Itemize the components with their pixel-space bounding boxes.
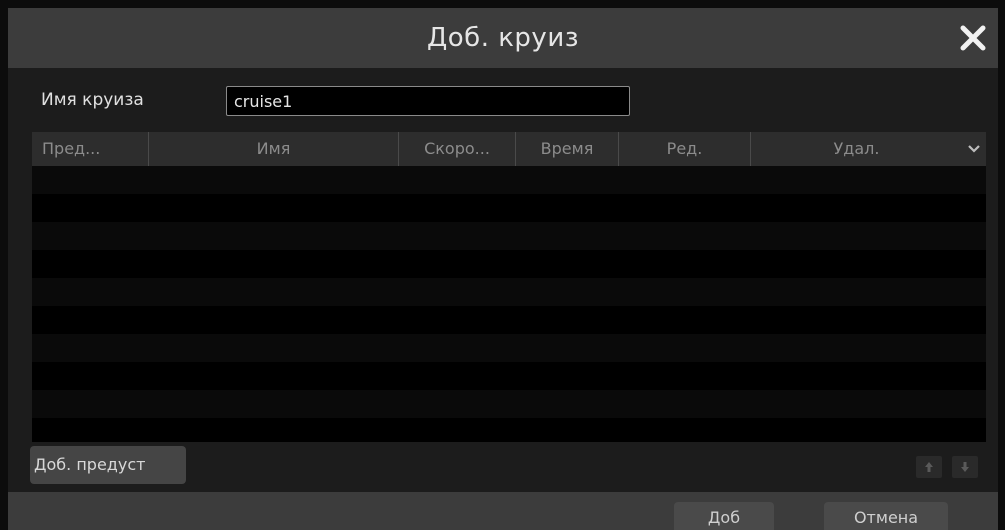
chevron-down-icon[interactable] xyxy=(962,132,986,166)
table-row xyxy=(32,362,986,390)
arrow-down-icon xyxy=(961,462,969,472)
cancel-button[interactable]: Отмена xyxy=(824,502,948,530)
table-row xyxy=(32,222,986,250)
table-body xyxy=(32,166,986,442)
table-row xyxy=(32,194,986,222)
table-row xyxy=(32,418,986,442)
cruise-name-label: Имя круиза xyxy=(41,90,144,110)
add-cruise-dialog: Доб. круиз Имя круиза Пред... Имя Скоро.… xyxy=(8,8,998,530)
table-row xyxy=(32,250,986,278)
table-row xyxy=(32,166,986,194)
add-preset-button[interactable]: Доб. предуст xyxy=(30,446,186,484)
dialog-title: Доб. круиз xyxy=(426,23,580,53)
cruise-name-row: Имя круиза xyxy=(8,68,998,132)
table-header: Пред... Имя Скоро... Время Ред. Удал. xyxy=(32,132,986,166)
move-down-button[interactable] xyxy=(952,456,978,478)
presets-table: Пред... Имя Скоро... Время Ред. Удал. xyxy=(32,132,986,442)
dialog-buttons-bar: Доб Отмена xyxy=(8,492,998,530)
column-header-name[interactable]: Имя xyxy=(149,132,399,166)
close-icon[interactable] xyxy=(956,22,990,54)
table-row xyxy=(32,278,986,306)
column-header-time[interactable]: Время xyxy=(516,132,619,166)
dialog-titlebar: Доб. круиз xyxy=(8,8,998,68)
add-button[interactable]: Доб xyxy=(674,502,774,530)
table-row xyxy=(32,306,986,334)
table-row xyxy=(32,390,986,418)
table-row xyxy=(32,334,986,362)
table-actions-bar: Доб. предуст xyxy=(8,442,998,492)
column-header-preset[interactable]: Пред... xyxy=(32,132,149,166)
cruise-name-input[interactable] xyxy=(226,86,630,116)
arrow-up-icon xyxy=(925,462,933,472)
column-header-edit[interactable]: Ред. xyxy=(619,132,751,166)
column-header-speed[interactable]: Скоро... xyxy=(399,132,516,166)
move-up-button[interactable] xyxy=(916,456,942,478)
column-header-delete[interactable]: Удал. xyxy=(751,132,962,166)
